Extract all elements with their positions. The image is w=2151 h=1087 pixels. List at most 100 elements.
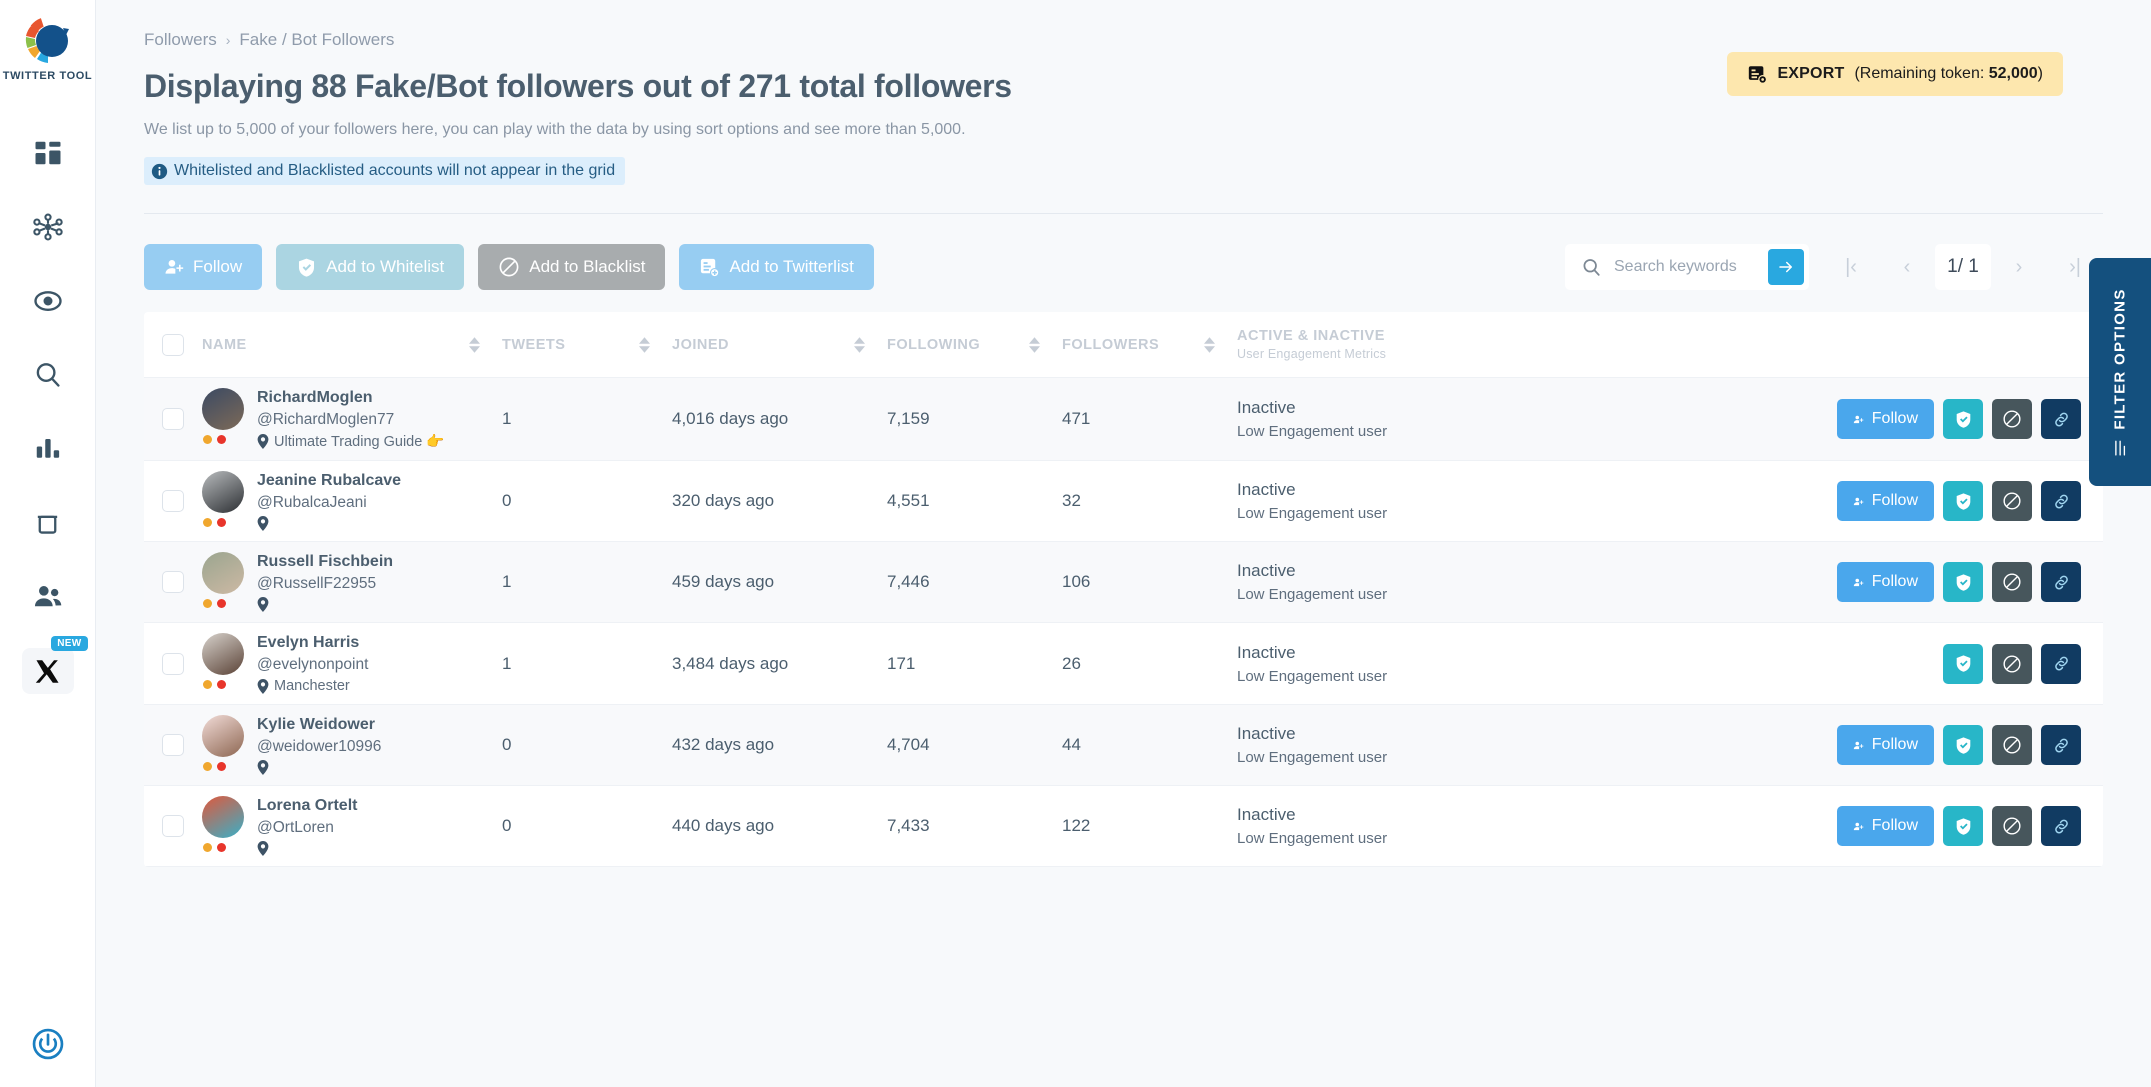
user-handle[interactable]: @weidower10996: [257, 738, 381, 756]
sort-toggle-following[interactable]: [1029, 336, 1040, 353]
user-name[interactable]: Russell Fischbein: [257, 553, 393, 571]
row-follow-button[interactable]: Follow: [1837, 481, 1934, 521]
row-checkbox[interactable]: [162, 734, 184, 756]
sidebar-item-trash[interactable]: [0, 486, 95, 560]
user-location: [257, 597, 393, 612]
link-icon: [2054, 412, 2068, 426]
pagination-first[interactable]: |‹: [1823, 244, 1879, 290]
sidebar-item-search[interactable]: [0, 338, 95, 412]
user-handle[interactable]: @OrtLoren: [257, 819, 357, 837]
user-name[interactable]: RichardMoglen: [257, 389, 444, 407]
sidebar-item-network[interactable]: [0, 190, 95, 264]
avatar[interactable]: [202, 633, 244, 675]
column-header-followers[interactable]: FOLLOWERS: [1062, 337, 1237, 353]
user-handle[interactable]: @RichardMoglen77: [257, 411, 444, 429]
user-handle[interactable]: @RubalcaJeani: [257, 494, 401, 512]
search-submit-button[interactable]: [1768, 249, 1804, 285]
row-whitelist-button[interactable]: [1943, 481, 1983, 521]
row-follow-button[interactable]: Follow: [1837, 806, 1934, 846]
row-select-cell: [144, 490, 202, 512]
row-whitelist-button[interactable]: [1943, 399, 1983, 439]
row-whitelist-button[interactable]: [1943, 562, 1983, 602]
row-whitelist-button[interactable]: [1943, 725, 1983, 765]
avatar[interactable]: [202, 715, 244, 757]
user-name[interactable]: Evelyn Harris: [257, 634, 368, 652]
breadcrumb-current[interactable]: Fake / Bot Followers: [239, 30, 394, 50]
bulk-blacklist-button[interactable]: Add to Blacklist: [478, 244, 666, 290]
row-follow-button[interactable]: Follow: [1837, 399, 1934, 439]
sort-toggle-followers[interactable]: [1204, 336, 1215, 353]
row-whitelist-button[interactable]: [1943, 806, 1983, 846]
row-checkbox[interactable]: [162, 815, 184, 837]
status-dots: [203, 599, 244, 608]
row-checkbox[interactable]: [162, 490, 184, 512]
row-link-button[interactable]: [2041, 725, 2081, 765]
arrow-right-icon: [1779, 261, 1792, 273]
pagination-prev[interactable]: ‹: [1879, 244, 1935, 290]
row-checkbox[interactable]: [162, 652, 184, 675]
row-link-button[interactable]: [2041, 643, 2081, 684]
row-link-button[interactable]: [2041, 806, 2081, 846]
row-select-cell: [144, 652, 202, 675]
sort-toggle-tweets[interactable]: [639, 336, 650, 353]
bulk-whitelist-button[interactable]: Add to Whitelist: [276, 244, 465, 290]
engagement-level: Low Engagement user: [1237, 505, 1388, 522]
shield-check-icon: [1956, 573, 1970, 591]
status-dot-danger: [217, 762, 226, 771]
user-name[interactable]: Jeanine Rubalcave: [257, 472, 401, 490]
row-link-button[interactable]: [2041, 399, 2081, 439]
export-button[interactable]: EXPORT (Remaining token: 52,000): [1727, 52, 2063, 96]
shield-check-icon: [1956, 492, 1970, 510]
sort-toggle-joined[interactable]: [854, 336, 865, 353]
sidebar-item-followers[interactable]: [0, 560, 95, 634]
row-follow-button[interactable]: Follow: [1837, 562, 1934, 602]
column-header-tweets[interactable]: TWEETS: [502, 337, 672, 353]
block-icon: [2003, 817, 2021, 835]
user-handle[interactable]: @evelynonpoint: [257, 656, 368, 674]
row-actions: Follow: [1482, 725, 2103, 765]
avatar[interactable]: [202, 471, 244, 513]
bulk-twitterlist-label: Add to Twitterlist: [729, 257, 854, 276]
row-link-button[interactable]: [2041, 481, 2081, 521]
row-blacklist-button[interactable]: [1992, 725, 2032, 765]
row-whitelist-button[interactable]: [1943, 643, 1983, 684]
search-input[interactable]: [1614, 258, 1744, 276]
column-header-active-inactive: ACTIVE & INACTIVE User Engagement Metric…: [1237, 328, 1387, 361]
avatar[interactable]: [202, 388, 244, 430]
sidebar-item-dashboard[interactable]: [0, 116, 95, 190]
bulk-follow-button[interactable]: Follow: [144, 244, 263, 290]
row-checkbox[interactable]: [162, 571, 184, 593]
column-header-name[interactable]: NAME: [202, 337, 502, 353]
sidebar-power-button[interactable]: [0, 1027, 95, 1061]
location-pin-icon: [257, 678, 269, 694]
column-header-joined[interactable]: JOINED: [672, 337, 887, 353]
user-name[interactable]: Kylie Weidower: [257, 716, 381, 734]
avatar[interactable]: [202, 552, 244, 594]
breadcrumb-parent[interactable]: Followers: [144, 30, 217, 50]
sidebar-item-monitor[interactable]: [0, 264, 95, 338]
shield-check-icon: [1956, 736, 1970, 754]
row-blacklist-button[interactable]: [1992, 399, 2032, 439]
sort-toggle-name[interactable]: [469, 336, 480, 353]
row-blacklist-button[interactable]: [1992, 562, 2032, 602]
select-all-checkbox[interactable]: [162, 333, 184, 356]
avatar[interactable]: [202, 796, 244, 838]
row-actions: Follow: [1482, 481, 2103, 521]
filter-options-tab[interactable]: FILTER OPTIONS: [2089, 258, 2151, 486]
row-checkbox[interactable]: [162, 408, 184, 430]
sidebar-item-analytics[interactable]: [0, 412, 95, 486]
row-blacklist-button[interactable]: [1992, 481, 2032, 521]
user-name[interactable]: Lorena Ortelt: [257, 797, 357, 815]
status-dot-danger: [217, 435, 226, 444]
row-blacklist-button[interactable]: [1992, 806, 2032, 846]
column-header-following[interactable]: FOLLOWING: [887, 337, 1062, 353]
row-blacklist-button[interactable]: [1992, 643, 2032, 684]
pagination-next[interactable]: ›: [1991, 244, 2047, 290]
row-follow-button[interactable]: Follow: [1837, 725, 1934, 765]
sidebar-item-x-platform[interactable]: NEW: [0, 634, 95, 708]
app-logo[interactable]: TWITTER TOOL: [3, 14, 93, 82]
bulk-twitterlist-button[interactable]: Add to Twitterlist: [679, 244, 874, 290]
row-link-button[interactable]: [2041, 562, 2081, 602]
user-handle[interactable]: @RussellF22955: [257, 575, 393, 593]
cell-joined: 459 days ago: [672, 572, 775, 591]
